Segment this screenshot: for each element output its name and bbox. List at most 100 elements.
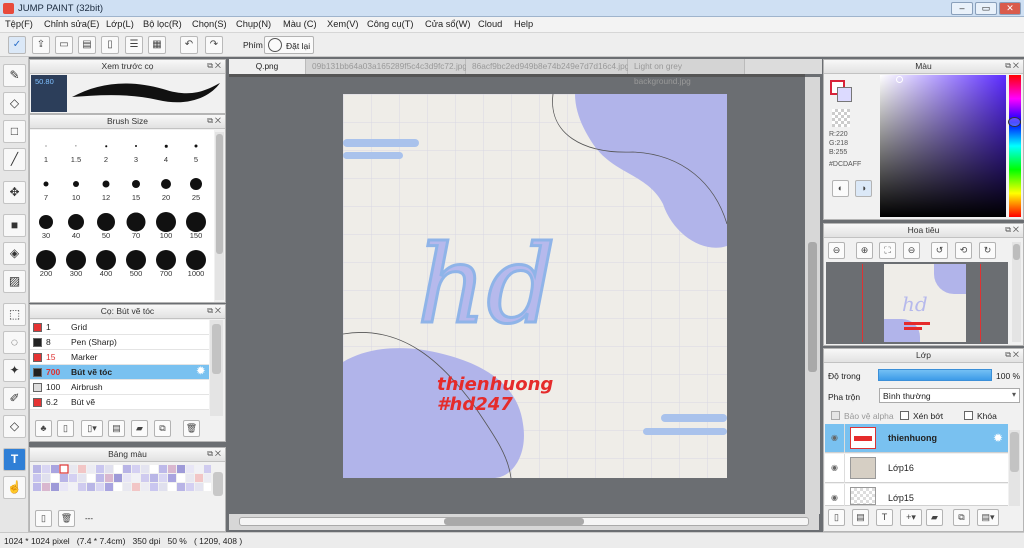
document-icon[interactable]: ▯ <box>101 36 119 54</box>
layer-folder-icon[interactable]: ▰ <box>926 509 943 526</box>
rotate-left-icon[interactable]: ↺ <box>931 242 948 259</box>
palette-swatch[interactable] <box>123 483 131 491</box>
maximize-button[interactable]: ▭ <box>975 2 997 15</box>
brush-size-option[interactable]: 5 <box>181 134 211 164</box>
palette-swatch[interactable] <box>186 474 194 482</box>
palette-swatch[interactable] <box>186 465 194 473</box>
palette-swatch[interactable] <box>114 474 122 482</box>
palette-swatch[interactable] <box>168 465 176 473</box>
palette-swatch[interactable] <box>105 465 113 473</box>
menu-layer[interactable]: Lớp(L) <box>106 19 134 29</box>
palette-swatch[interactable] <box>132 483 140 491</box>
undo-icon[interactable]: ↶ <box>180 36 198 54</box>
rotate-right-icon[interactable]: ↻ <box>979 242 996 259</box>
gear-icon[interactable]: ✹ <box>197 366 205 377</box>
new-raster-icon[interactable]: ▤ <box>852 509 869 526</box>
layer-row-thienhuong[interactable]: ◉ thienhuong ✹ <box>825 424 1008 453</box>
opacity-slider[interactable] <box>878 369 992 381</box>
bucket-icon[interactable]: ◈ <box>3 242 26 265</box>
brush-list-item[interactable]: 1 Grid <box>30 320 209 335</box>
delete-swatch-icon[interactable]: 🗑 <box>58 510 75 527</box>
palette-swatch[interactable] <box>69 483 77 491</box>
brush-size-option[interactable]: 150 <box>181 210 211 240</box>
reset-button[interactable]: Đặt lại <box>264 36 314 54</box>
layer-row-lop16[interactable]: ◉ Lớp16 <box>825 454 1008 483</box>
palette-swatch[interactable] <box>195 483 203 491</box>
palette-scrollbar[interactable] <box>213 472 223 496</box>
palette-swatch[interactable] <box>195 474 203 482</box>
palette-swatch[interactable] <box>69 474 77 482</box>
brush-size-option[interactable]: 70 <box>121 210 151 240</box>
new-text-layer-icon[interactable]: T <box>876 509 893 526</box>
palette-swatch[interactable] <box>105 474 113 482</box>
palette-swatch[interactable] <box>42 483 50 491</box>
color-picker-icon[interactable]: ◑ <box>855 180 872 197</box>
brush-size-option[interactable]: 30 <box>31 210 61 240</box>
palette-swatch[interactable] <box>87 483 95 491</box>
menu-color[interactable]: Màu (C) <box>283 19 317 29</box>
trash-icon[interactable]: 🗑 <box>183 420 200 437</box>
brush-size-option[interactable]: 3 <box>121 134 151 164</box>
palette-swatch[interactable] <box>33 483 41 491</box>
brush-size-option[interactable]: 10 <box>61 172 91 202</box>
menu-select[interactable]: Chọn(S) <box>192 19 227 29</box>
panel-close-icon[interactable]: ⧉✕ <box>207 61 223 71</box>
brush-size-option[interactable]: 15 <box>121 172 151 202</box>
eraser-icon[interactable]: ◇ <box>3 92 26 115</box>
palette-swatch[interactable] <box>51 483 59 491</box>
check-icon[interactable]: ✓ <box>8 36 26 54</box>
palette-swatch[interactable] <box>177 483 185 491</box>
close-button[interactable]: ✕ <box>999 2 1021 15</box>
palette-swatch[interactable] <box>60 483 68 491</box>
menu-file[interactable]: Tệp(F) <box>5 19 33 29</box>
share-icon[interactable]: ⇪ <box>32 36 50 54</box>
brush-size-option[interactable]: 1.5 <box>61 134 91 164</box>
line-icon[interactable]: ╱ <box>3 148 26 171</box>
text-tool-icon[interactable]: T <box>3 448 26 471</box>
palette-swatch[interactable] <box>177 465 185 473</box>
tab-image-3[interactable]: 86acf9bc2ed949b8e74b249e7d7d16c4.jpg <box>466 59 629 74</box>
palette-swatch[interactable] <box>204 474 211 482</box>
brush-icon[interactable]: ✎ <box>3 64 26 87</box>
comment-icon[interactable]: ▭ <box>55 36 73 54</box>
menu-window[interactable]: Cửa sổ(W) <box>425 19 470 29</box>
rotate-reset-icon[interactable]: ⟲ <box>955 242 972 259</box>
horizontal-scrollbar[interactable] <box>229 514 819 530</box>
tab-image-4[interactable]: Light on grey background.jpg <box>628 59 745 86</box>
drawing-canvas[interactable]: hd thienhuong #hd247 <box>343 94 727 478</box>
blend-select[interactable]: Bình thường ▾ <box>879 388 1020 403</box>
lock-checkbox[interactable] <box>964 411 973 420</box>
palette-swatch[interactable] <box>96 465 104 473</box>
brush-size-option[interactable]: 12 <box>91 172 121 202</box>
layer-duplicate-icon[interactable]: ⧉ <box>953 509 970 526</box>
brush-list-item[interactable]: 15 Marker <box>30 350 209 365</box>
minimize-button[interactable]: – <box>951 2 973 15</box>
palette-swatch[interactable] <box>204 483 211 491</box>
brush-size-option[interactable]: 700 <box>151 248 181 278</box>
gear-icon[interactable]: ✹ <box>993 431 1003 445</box>
brush-tree-icon[interactable]: ♣ <box>35 420 52 437</box>
protect-alpha-checkbox[interactable] <box>831 411 840 420</box>
palette-swatch[interactable] <box>150 483 158 491</box>
new-swatch-icon[interactable]: ▯ <box>35 510 52 527</box>
palette-swatch[interactable] <box>123 474 131 482</box>
palette-swatch[interactable] <box>123 465 131 473</box>
palette-swatch[interactable] <box>78 465 86 473</box>
select-rect-icon[interactable]: ⬚ <box>3 303 26 326</box>
tab-image-2[interactable]: 09b131bb64a03a165289f5c4c3d9fc72.jpg <box>306 59 467 74</box>
vertical-scrollbar[interactable] <box>805 77 820 514</box>
brush-size-option[interactable]: 40 <box>61 210 91 240</box>
menu-view[interactable]: Xem(V) <box>327 19 359 29</box>
panel-close-icon[interactable]: ⧉✕ <box>207 306 223 316</box>
palette-swatch[interactable] <box>150 474 158 482</box>
menu-tools[interactable]: Công cụ(T) <box>367 19 414 29</box>
palette-swatch[interactable] <box>159 465 167 473</box>
palette-swatch[interactable] <box>141 483 149 491</box>
hue-slider[interactable] <box>1008 75 1021 217</box>
panel-close-icon[interactable]: ⧉✕ <box>1005 225 1021 235</box>
brush-size-option[interactable]: 2 <box>91 134 121 164</box>
palette-swatch[interactable] <box>33 465 41 473</box>
grid-icon[interactable]: ▦ <box>148 36 166 54</box>
palette-swatch[interactable] <box>69 465 77 473</box>
palette-swatch[interactable] <box>132 465 140 473</box>
